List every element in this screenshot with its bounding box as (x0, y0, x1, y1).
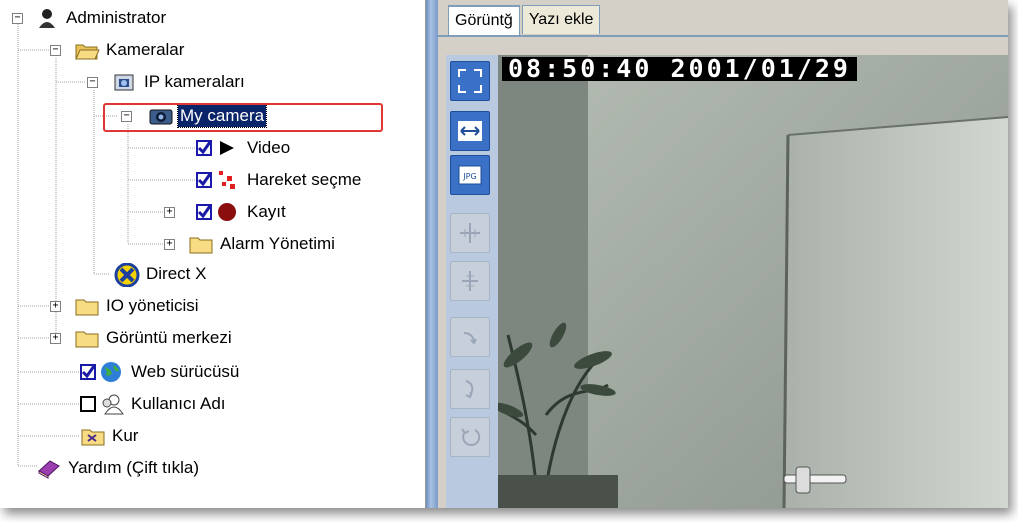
tree-label: Video (247, 138, 291, 157)
video-checkbox[interactable] (196, 140, 212, 156)
directx-icon (114, 263, 140, 287)
tree-item-administrator[interactable]: Administrator (34, 4, 168, 32)
collapse-administrator[interactable]: − (12, 13, 23, 24)
admin-user-icon (34, 7, 60, 29)
hareket-checkbox[interactable] (196, 172, 212, 188)
pan-button[interactable] (450, 213, 490, 253)
tree-item-kullanici[interactable]: Kullanıcı Adı (80, 390, 228, 418)
rotate-cw-icon (465, 380, 474, 399)
help-book-icon (36, 457, 62, 479)
viewer-tabs: Görüntğ Yazı ekle (448, 5, 602, 35)
fit-width-button[interactable] (450, 111, 490, 151)
pan-icon (460, 223, 480, 243)
tree-label: Alarm Yönetimi (220, 234, 335, 253)
rotate-ccw-icon (461, 428, 481, 447)
fullscreen-icon (458, 69, 482, 93)
tree-label: Direct X (146, 264, 207, 283)
tree-label: Görüntü merkezi (106, 328, 232, 347)
tree-label: Kameralar (106, 40, 185, 59)
web-checkbox[interactable] (80, 364, 96, 380)
fullscreen-button[interactable] (450, 61, 490, 101)
expand-io[interactable]: + (50, 301, 61, 312)
kayit-checkbox[interactable] (196, 204, 212, 220)
tree-item-goruntu-merkezi[interactable]: Görüntü merkezi (74, 324, 234, 352)
tree-item-io[interactable]: IO yöneticisi (74, 292, 201, 320)
tree-item-ip-kameralari[interactable]: IP kameraları (112, 68, 247, 96)
tree-item-hareket[interactable]: Hareket seçme (196, 166, 363, 194)
tree-item-web[interactable]: Web sürücüsü (80, 358, 241, 386)
folder-icon (74, 327, 100, 349)
tab-divider (438, 35, 1008, 37)
rotate-right-icon (463, 332, 477, 345)
folder-icon (188, 233, 214, 255)
tree-item-yardim[interactable]: Yardım (Çift tıkla) (36, 454, 201, 482)
ip-camera-group-icon (112, 71, 138, 93)
settings-folder-icon (80, 425, 106, 447)
collapse-kameralar[interactable]: − (50, 45, 61, 56)
tilt-icon (462, 271, 478, 291)
rotate-cw-button[interactable] (450, 369, 490, 409)
folder-icon (74, 295, 100, 317)
expand-alarm[interactable]: + (164, 239, 175, 250)
jpg-icon: JPG (458, 165, 482, 185)
motion-detect-icon (215, 169, 241, 191)
tab-yazi-ekle[interactable]: Yazı ekle (521, 5, 601, 34)
tree-item-kayit[interactable]: Kayıt (196, 198, 288, 226)
tree-item-kameralar[interactable]: Kameralar (74, 36, 186, 64)
rotate-ccw-button[interactable] (450, 417, 490, 457)
tree-label: IO yöneticisi (106, 296, 199, 315)
collapse-ip-kameralari[interactable]: − (87, 77, 98, 88)
camera-scene (498, 55, 1008, 508)
folder-open-icon (74, 39, 100, 61)
tilt-button[interactable] (450, 261, 490, 301)
tree-item-alarm[interactable]: Alarm Yönetimi (188, 230, 337, 258)
tree-label: Kayıt (247, 202, 286, 221)
tree-label: IP kameraları (144, 72, 245, 91)
tree-label: Web sürücüsü (131, 362, 240, 381)
selection-highlight-box (103, 103, 383, 132)
tab-goruntu[interactable]: Görüntğ (448, 5, 520, 35)
tree-view[interactable]: − − − − + + + + Administrator Kameralar … (0, 0, 426, 508)
tree-item-kur[interactable]: Kur (80, 422, 140, 450)
globe-icon (99, 361, 125, 383)
rotate-right-button[interactable] (450, 317, 490, 357)
record-icon (215, 201, 241, 223)
tree-label: Yardım (Çift tıkla) (68, 458, 199, 477)
camera-video-feed[interactable] (498, 55, 1008, 508)
panel-splitter[interactable] (426, 0, 438, 508)
users-icon (99, 393, 125, 415)
expand-kayit[interactable]: + (164, 207, 175, 218)
expand-goruntu-merkezi[interactable]: + (50, 333, 61, 344)
fit-width-icon (458, 121, 482, 141)
tree-label: Kur (112, 426, 139, 445)
video-timestamp: 08:50:40 2001/01/29 (502, 56, 857, 81)
tree-label: Hareket seçme (247, 170, 362, 189)
tree-label: Administrator (66, 8, 167, 27)
tree-label: Kullanıcı Adı (131, 394, 226, 413)
play-icon (215, 137, 241, 159)
kullanici-checkbox[interactable] (80, 396, 96, 412)
tree-item-directx[interactable]: Direct X (114, 260, 208, 288)
jpg-snapshot-button[interactable]: JPG (450, 155, 490, 195)
video-toolbar: JPG (446, 55, 498, 508)
svg-text:JPG: JPG (462, 172, 476, 181)
application-window: − − − − + + + + Administrator Kameralar … (0, 0, 1008, 508)
tree-item-video[interactable]: Video (196, 134, 292, 162)
